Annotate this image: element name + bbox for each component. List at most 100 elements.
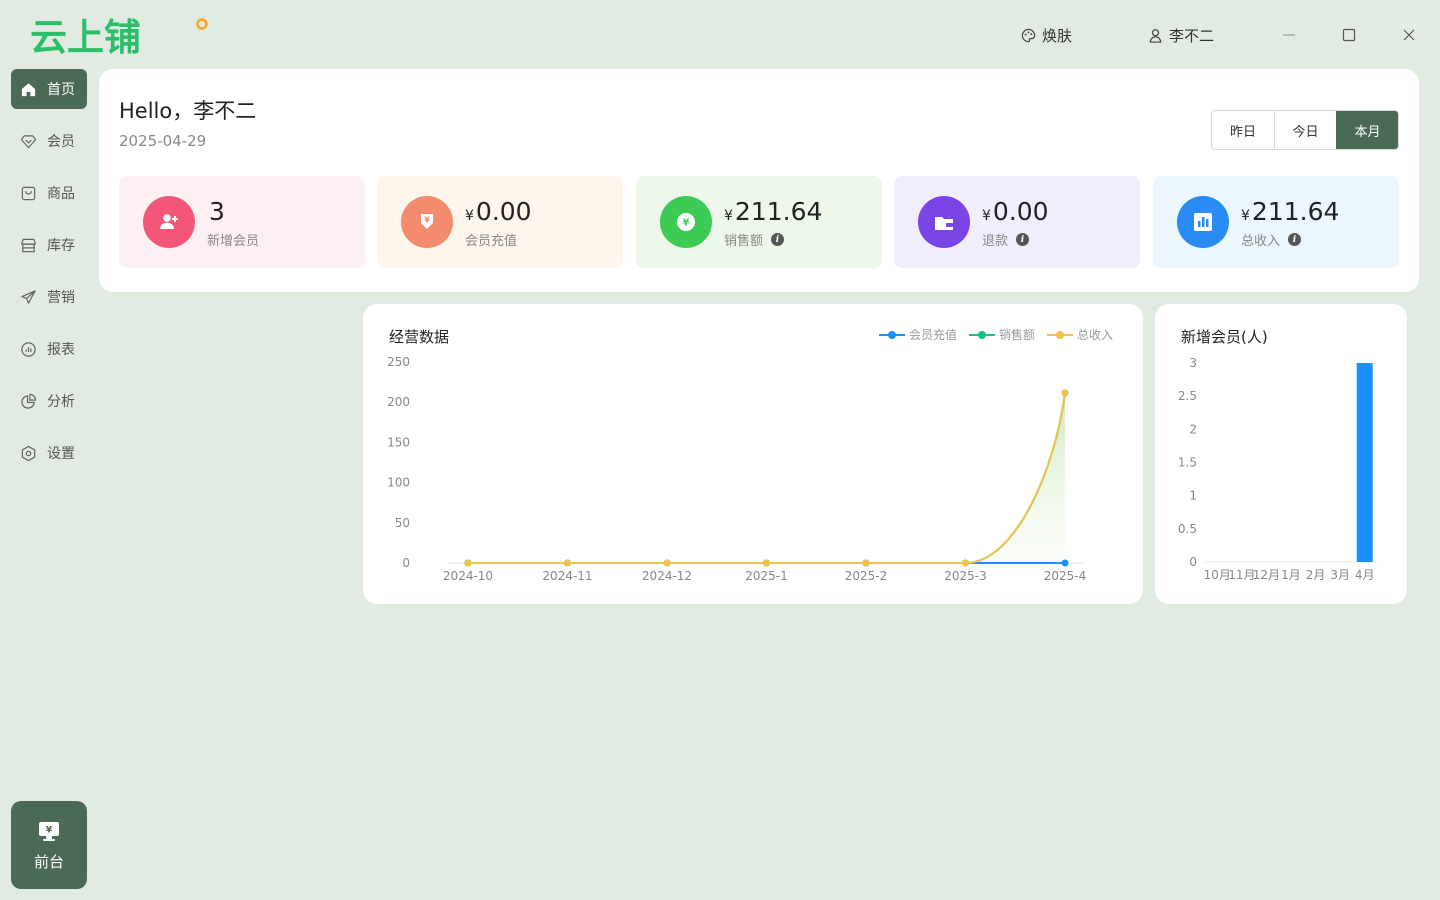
x-tick-label: 2025-4 bbox=[1044, 569, 1087, 583]
skin-label: 焕肤 bbox=[1042, 26, 1073, 45]
stat-icon-circle: ¥ bbox=[401, 196, 453, 248]
data-point bbox=[962, 559, 969, 567]
close-button[interactable] bbox=[1396, 22, 1422, 48]
sidebar-item-label: 首页 bbox=[47, 82, 75, 98]
period-selector: 昨日 今日 本月 bbox=[1211, 110, 1399, 150]
welcome-card: Hello，李不二 2025-04-29 昨日 今日 本月 3 新增会员 ¥ ¥… bbox=[99, 69, 1419, 292]
close-icon bbox=[1403, 29, 1415, 41]
stat-icon-circle bbox=[143, 196, 195, 248]
current-date: 2025-04-29 bbox=[119, 132, 207, 150]
y-tick-label: 0 bbox=[402, 556, 410, 570]
stat-value: ¥211.64 bbox=[1241, 197, 1340, 226]
stat-value: 3 bbox=[209, 197, 225, 226]
y-tick-label: 0.5 bbox=[1178, 522, 1197, 536]
y-tick-label: 100 bbox=[387, 476, 410, 490]
sidebar-item-products[interactable]: 商品 bbox=[11, 173, 87, 213]
sidebar-item-inventory[interactable]: 库存 bbox=[11, 225, 87, 265]
x-tick-label: 2025-3 bbox=[944, 569, 987, 583]
bag-icon bbox=[21, 186, 36, 200]
x-tick-label: 2024-11 bbox=[542, 569, 592, 583]
period-today-button[interactable]: 今日 bbox=[1274, 111, 1336, 149]
stat-icon-circle: ¥ bbox=[660, 196, 712, 248]
sidebar: 首页 会员 商品 库存 营销 报表 分析 设置 bbox=[11, 69, 87, 485]
x-tick-label: 2月 bbox=[1306, 568, 1326, 582]
skin-button[interactable]: 焕肤 bbox=[1021, 24, 1072, 46]
y-tick-label: 1.5 bbox=[1178, 456, 1197, 470]
y-tick-label: 200 bbox=[387, 395, 410, 409]
x-tick-label: 2024-12 bbox=[642, 569, 692, 583]
stat-value: ¥211.64 bbox=[724, 197, 823, 226]
sidebar-item-settings[interactable]: 设置 bbox=[11, 433, 87, 473]
data-point bbox=[862, 559, 870, 567]
maximize-button[interactable] bbox=[1336, 22, 1362, 48]
y-tick-label: 250 bbox=[387, 355, 410, 369]
sidebar-item-label: 商品 bbox=[47, 186, 75, 202]
minimize-icon bbox=[1283, 34, 1295, 36]
recharge-icon: ¥ bbox=[421, 214, 433, 229]
sidebar-item-marketing[interactable]: 营销 bbox=[11, 277, 87, 317]
data-point bbox=[763, 559, 770, 567]
greeting: Hello，李不二 bbox=[119, 99, 257, 123]
data-point bbox=[564, 559, 571, 567]
svg-text:云上铺: 云上铺 bbox=[30, 16, 141, 58]
y-tick-label: 150 bbox=[387, 435, 410, 449]
new-members-bar-chart: 0 0.5 1 1.5 2 2.5 3 10月11月12月 1月 2月 3月 4月 bbox=[1178, 356, 1377, 582]
sidebar-item-label: 库存 bbox=[47, 238, 75, 254]
user-menu[interactable]: 李不二 bbox=[1148, 24, 1214, 46]
stat-card-total-income[interactable]: ¥211.64 总收入 i bbox=[1153, 176, 1399, 268]
x-tick-label: 2025-1 bbox=[745, 569, 788, 583]
sidebar-item-label: 报表 bbox=[47, 342, 75, 358]
sidebar-item-reports[interactable]: 报表 bbox=[11, 329, 87, 369]
sidebar-item-members[interactable]: 会员 bbox=[11, 121, 87, 161]
stat-value: ¥0.00 bbox=[465, 197, 532, 226]
stat-icon-circle bbox=[1177, 196, 1229, 248]
pie-icon bbox=[21, 393, 37, 409]
stat-card-member-recharge[interactable]: ¥ ¥0.00 会员充值 bbox=[377, 176, 623, 268]
business-line-chart: 0 50 100 150 200 250 2024-10 2024-11 2024-12 2025… bbox=[387, 355, 1087, 583]
palette-icon bbox=[1021, 28, 1036, 42]
bar-chart-icon bbox=[1194, 213, 1212, 231]
stat-card-refund[interactable]: ¥0.00 退款 i bbox=[894, 176, 1140, 268]
settings-icon bbox=[21, 445, 36, 461]
stat-label: 总收入 i bbox=[1241, 230, 1302, 249]
store-icon bbox=[21, 238, 36, 252]
svg-text:¥: ¥ bbox=[424, 216, 430, 225]
stat-icon-circle bbox=[918, 196, 970, 248]
diamond-icon bbox=[20, 134, 37, 148]
total-income-area bbox=[468, 392, 1065, 563]
stat-card-sales[interactable]: ¥ ¥211.64 销售额 i bbox=[636, 176, 882, 268]
period-yesterday-button[interactable]: 昨日 bbox=[1212, 111, 1274, 149]
sidebar-item-home[interactable]: 首页 bbox=[11, 69, 87, 109]
x-tick-label: 2025-2 bbox=[845, 569, 888, 583]
frontdesk-label: 前台 bbox=[33, 852, 64, 871]
stat-value: ¥0.00 bbox=[982, 197, 1049, 226]
period-month-button[interactable]: 本月 bbox=[1336, 111, 1398, 149]
y-tick-label: 2 bbox=[1189, 422, 1197, 436]
new-members-card: 新增会员(人) 0 0.5 1 1.5 2 2.5 3 10月 11月 12月 1月 2月 3月 4月 bbox=[1155, 304, 1407, 604]
x-tick-label: 2024-10 bbox=[443, 569, 493, 583]
y-tick-label: 1 bbox=[1189, 489, 1197, 503]
x-tick-label: 11月 bbox=[1228, 568, 1255, 582]
stat-label: 会员充值 bbox=[465, 234, 518, 249]
x-tick-label: 12月 bbox=[1253, 568, 1280, 582]
sidebar-item-label: 设置 bbox=[47, 446, 75, 462]
frontdesk-button[interactable]: ¥ 前台 bbox=[11, 801, 87, 889]
minimize-button[interactable] bbox=[1276, 22, 1302, 48]
x-tick-label: 1月 bbox=[1281, 568, 1301, 582]
svg-text:¥: ¥ bbox=[683, 218, 690, 229]
stat-card-new-members[interactable]: 3 新增会员 bbox=[119, 176, 365, 268]
data-point bbox=[464, 559, 472, 567]
x-tick-label: 10月 bbox=[1204, 568, 1231, 582]
sidebar-item-label: 会员 bbox=[47, 134, 75, 150]
user-icon bbox=[1149, 28, 1162, 43]
cashier-icon: ¥ bbox=[39, 821, 59, 841]
y-tick-label: 50 bbox=[395, 516, 410, 530]
data-point bbox=[1061, 389, 1069, 397]
report-icon bbox=[21, 341, 36, 357]
info-icon[interactable]: i bbox=[1016, 233, 1030, 246]
stat-label: 退款 i bbox=[982, 230, 1030, 249]
sidebar-item-analysis[interactable]: 分析 bbox=[11, 381, 87, 421]
info-icon[interactable]: i bbox=[771, 233, 785, 246]
info-icon[interactable]: i bbox=[1288, 233, 1302, 246]
app-logo: 云上铺 bbox=[30, 16, 208, 58]
